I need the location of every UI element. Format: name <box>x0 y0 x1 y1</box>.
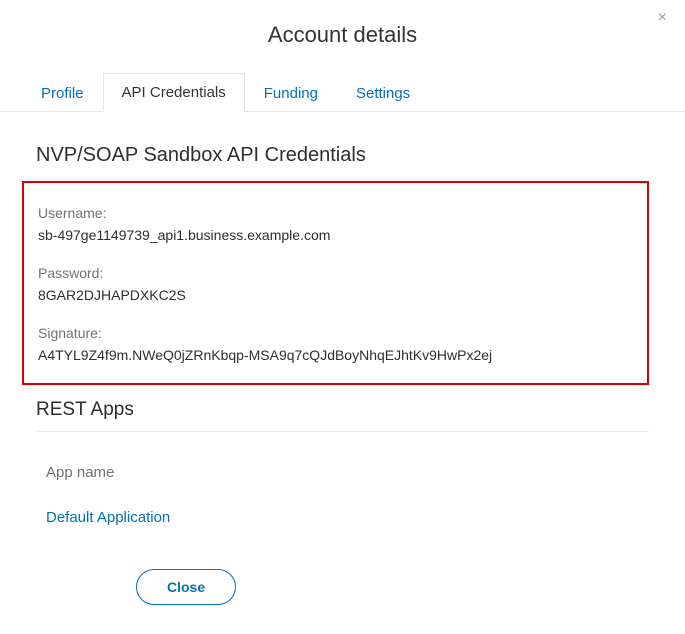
close-button[interactable]: Close <box>136 569 236 605</box>
divider <box>36 431 649 432</box>
close-icon[interactable]: × <box>658 10 667 26</box>
app-name-header: App name <box>46 464 649 481</box>
credential-username: Username: sb-497ge1149739_api1.business.… <box>38 205 633 243</box>
credentials-section-title: NVP/SOAP Sandbox API Credentials <box>36 144 649 167</box>
password-value: 8GAR2DJHAPDXKC2S <box>38 287 633 303</box>
password-label: Password: <box>38 265 633 281</box>
rest-apps-title: REST Apps <box>36 399 649 421</box>
tab-profile[interactable]: Profile <box>22 74 103 112</box>
tabs: Profile API Credentials Funding Settings <box>0 72 685 112</box>
credentials-highlight-box: Username: sb-497ge1149739_api1.business.… <box>22 181 649 385</box>
credential-signature: Signature: A4TYL9Z4f9m.NWeQ0jZRnKbqp-MSA… <box>38 325 633 363</box>
username-label: Username: <box>38 205 633 221</box>
credential-password: Password: 8GAR2DJHAPDXKC2S <box>38 265 633 303</box>
signature-value: A4TYL9Z4f9m.NWeQ0jZRnKbqp-MSA9q7cQJdBoyN… <box>38 347 633 363</box>
tab-content: NVP/SOAP Sandbox API Credentials Usernam… <box>0 112 685 605</box>
signature-label: Signature: <box>38 325 633 341</box>
tab-settings[interactable]: Settings <box>337 74 429 112</box>
tab-api-credentials[interactable]: API Credentials <box>103 73 245 112</box>
rest-apps-section: REST Apps App name Default Application <box>36 399 649 527</box>
app-link-default[interactable]: Default Application <box>46 509 170 526</box>
tab-funding[interactable]: Funding <box>245 74 337 112</box>
username-value: sb-497ge1149739_api1.business.example.co… <box>38 227 633 243</box>
dialog-title: Account details <box>0 0 685 72</box>
dialog-actions: Close <box>36 527 649 605</box>
